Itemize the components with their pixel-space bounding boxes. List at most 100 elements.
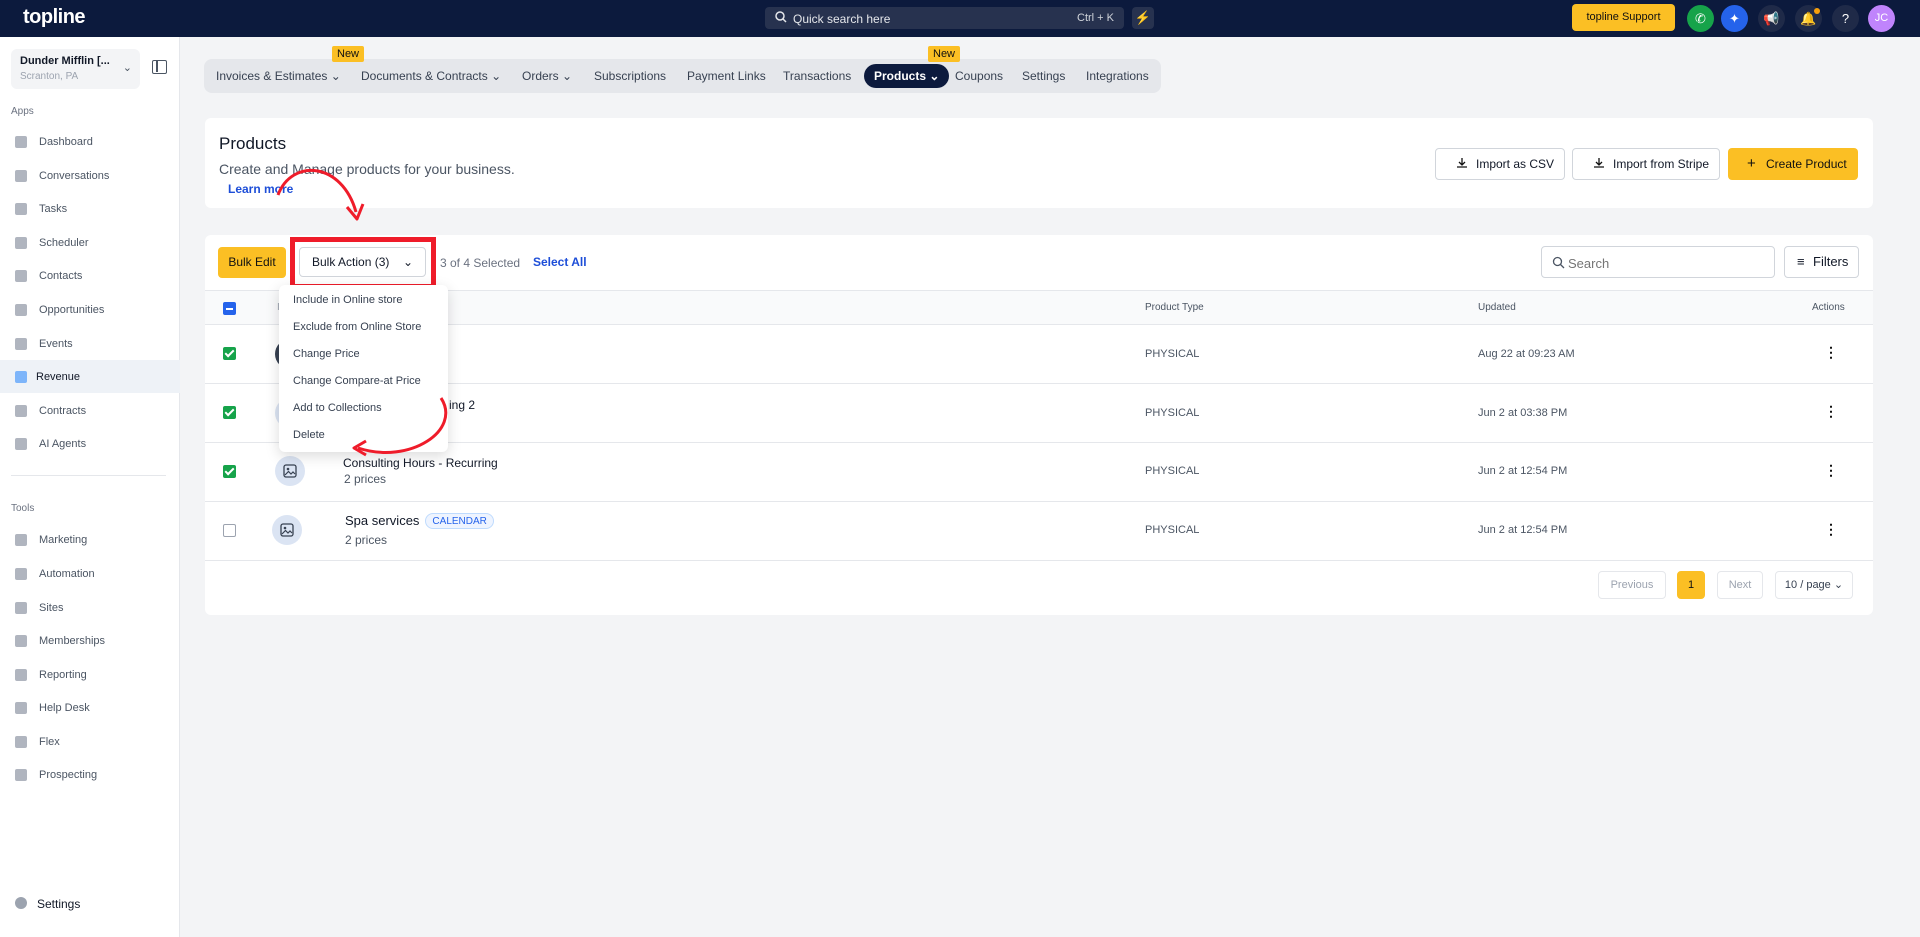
bell-icon[interactable]: 🔔	[1795, 5, 1822, 32]
tab-invoices-estimates[interactable]: Invoices & Estimates ⌄	[216, 69, 341, 83]
sidebar-item-label: Scheduler	[39, 237, 89, 249]
location-switcher[interactable]: Dunder Mifflin [... Scranton, PA ⌄	[11, 49, 140, 89]
sidebar-collapse-icon[interactable]	[152, 60, 167, 74]
row-checkbox[interactable]	[223, 524, 236, 537]
dashboard-icon	[15, 136, 27, 148]
sidebar-item-reporting[interactable]: Reporting	[0, 658, 180, 691]
product-name[interactable]: Spa services	[345, 513, 419, 528]
row-actions-icon[interactable]: ⋮	[1823, 404, 1839, 420]
row-checkbox[interactable]	[223, 406, 236, 419]
tab-integrations[interactable]: Integrations	[1086, 69, 1149, 83]
table-row[interactable]: Spa services CALENDAR 2 prices PHYSICAL J…	[205, 502, 1873, 561]
sidebar-item-prospecting[interactable]: Prospecting	[0, 758, 180, 791]
ai-sparkle-icon[interactable]: ✦	[1721, 5, 1748, 32]
chevron-down-icon: ⌄	[122, 62, 132, 74]
sidebar-item-flex[interactable]: Flex	[0, 725, 180, 758]
page-1-button[interactable]: 1	[1677, 571, 1705, 599]
button-label: Create Product	[1766, 157, 1847, 171]
row-actions-icon[interactable]: ⋮	[1823, 345, 1839, 361]
user-avatar[interactable]: JC	[1868, 5, 1895, 32]
sidebar-item-marketing[interactable]: Marketing	[0, 523, 180, 556]
sidebar-item-conversations[interactable]: Conversations	[0, 159, 180, 192]
apps-heading: Apps	[11, 106, 34, 117]
lightning-icon[interactable]: ⚡	[1132, 7, 1154, 29]
sidebar-item-label: Events	[39, 338, 73, 350]
product-name[interactable]: Consulting Hours - Recurring	[343, 456, 498, 470]
table-row[interactable]: Consulting Hours - Recurring 2 prices PH…	[205, 443, 1873, 502]
row-checkbox[interactable]	[223, 347, 236, 360]
menu-item-delete[interactable]: Delete	[293, 429, 325, 441]
import-csv-button[interactable]: Import as CSV	[1435, 148, 1565, 180]
menu-item-include-online-store[interactable]: Include in Online store	[293, 294, 402, 306]
product-name[interactable]: ing 2	[449, 398, 475, 412]
quick-search-placeholder: Quick search here	[793, 12, 891, 26]
next-page-button[interactable]: Next	[1717, 571, 1763, 599]
bulk-edit-button[interactable]: Bulk Edit	[218, 247, 286, 278]
product-search[interactable]	[1541, 246, 1775, 278]
sidebar-item-label: Memberships	[39, 635, 106, 647]
quick-search[interactable]: Quick search here Ctrl + K	[765, 7, 1124, 29]
tab-documents-contracts[interactable]: Documents & Contracts ⌄	[361, 69, 501, 83]
tab-payment-links[interactable]: Payment Links	[687, 69, 766, 83]
search-icon	[1552, 256, 1565, 269]
sidebar-item-label: Conversations	[39, 170, 110, 182]
download-icon	[1594, 158, 1604, 168]
sidebar-item-revenue[interactable]: Revenue	[0, 360, 180, 393]
tasks-icon	[15, 203, 27, 215]
sidebar-item-contracts[interactable]: Contracts	[0, 394, 180, 427]
product-thumbnail	[272, 515, 302, 545]
row-actions-icon[interactable]: ⋮	[1823, 522, 1839, 538]
prospecting-icon	[15, 769, 27, 781]
calendar-icon	[15, 237, 27, 249]
sites-icon	[15, 602, 27, 614]
phone-icon[interactable]: ✆	[1687, 5, 1714, 32]
sidebar-item-label: Automation	[39, 568, 95, 580]
sidebar-item-scheduler[interactable]: Scheduler	[0, 226, 180, 259]
sidebar-item-sites[interactable]: Sites	[0, 591, 180, 624]
sidebar-item-automation[interactable]: Automation	[0, 557, 180, 590]
learn-more-link[interactable]: Learn more	[228, 182, 293, 196]
tab-subscriptions[interactable]: Subscriptions	[594, 69, 666, 83]
row-checkbox[interactable]	[223, 465, 236, 478]
page-size-select[interactable]: 10 / page ⌄	[1775, 571, 1853, 599]
search-input[interactable]	[1568, 253, 1768, 273]
select-all-link[interactable]: Select All	[533, 255, 587, 269]
sidebar-item-tasks[interactable]: Tasks	[0, 192, 180, 225]
previous-page-button[interactable]: Previous	[1598, 571, 1666, 599]
sidebar-item-help-desk[interactable]: Help Desk	[0, 691, 180, 724]
table-row[interactable]: PHYSICAL Aug 22 at 09:23 AM ⋮	[205, 325, 1873, 384]
sidebar-item-events[interactable]: Events	[0, 327, 180, 360]
create-product-button[interactable]: + Create Product	[1728, 148, 1858, 180]
menu-item-add-to-collections[interactable]: Add to Collections	[293, 402, 382, 414]
updated-column-header: Updated	[1478, 302, 1516, 313]
support-button[interactable]: topline Support	[1572, 4, 1675, 31]
image-icon	[280, 523, 294, 537]
tab-settings[interactable]: Settings	[1022, 69, 1065, 83]
megaphone-icon[interactable]: 📢	[1758, 5, 1785, 32]
menu-item-change-price[interactable]: Change Price	[293, 348, 360, 360]
import-stripe-button[interactable]: Import from Stripe	[1572, 148, 1720, 180]
table-row[interactable]: ing 2 PHYSICAL Jun 2 at 03:38 PM ⋮	[205, 384, 1873, 443]
tab-orders[interactable]: Orders ⌄	[522, 69, 572, 83]
opportunities-icon	[15, 304, 27, 316]
product-thumbnail	[275, 456, 305, 486]
chevron-down-icon: ⌄	[562, 69, 573, 83]
button-label: Filters	[1813, 254, 1849, 269]
tab-coupons[interactable]: Coupons	[955, 69, 1003, 83]
sidebar-item-ai-agents[interactable]: AI Agents	[0, 427, 180, 460]
sidebar-divider	[11, 475, 166, 476]
tab-transactions[interactable]: Transactions	[783, 69, 851, 83]
sidebar-item-dashboard[interactable]: Dashboard	[0, 125, 180, 158]
menu-item-change-compare-at-price[interactable]: Change Compare-at Price	[293, 375, 421, 387]
select-all-checkbox[interactable]	[223, 302, 236, 315]
sidebar-item-contacts[interactable]: Contacts	[0, 259, 180, 292]
tab-products[interactable]: Products ⌄	[864, 64, 950, 88]
filters-button[interactable]: ≡ Filters	[1784, 246, 1859, 278]
row-actions-icon[interactable]: ⋮	[1823, 463, 1839, 479]
help-icon[interactable]: ?	[1832, 5, 1859, 32]
sidebar-item-opportunities[interactable]: Opportunities	[0, 293, 180, 326]
app-logo[interactable]: topline	[23, 6, 86, 29]
sidebar-item-memberships[interactable]: Memberships	[0, 624, 180, 657]
top-bar: topline Quick search here Ctrl + K ⚡ top…	[0, 0, 1920, 37]
menu-item-exclude-online-store[interactable]: Exclude from Online Store	[293, 321, 421, 333]
